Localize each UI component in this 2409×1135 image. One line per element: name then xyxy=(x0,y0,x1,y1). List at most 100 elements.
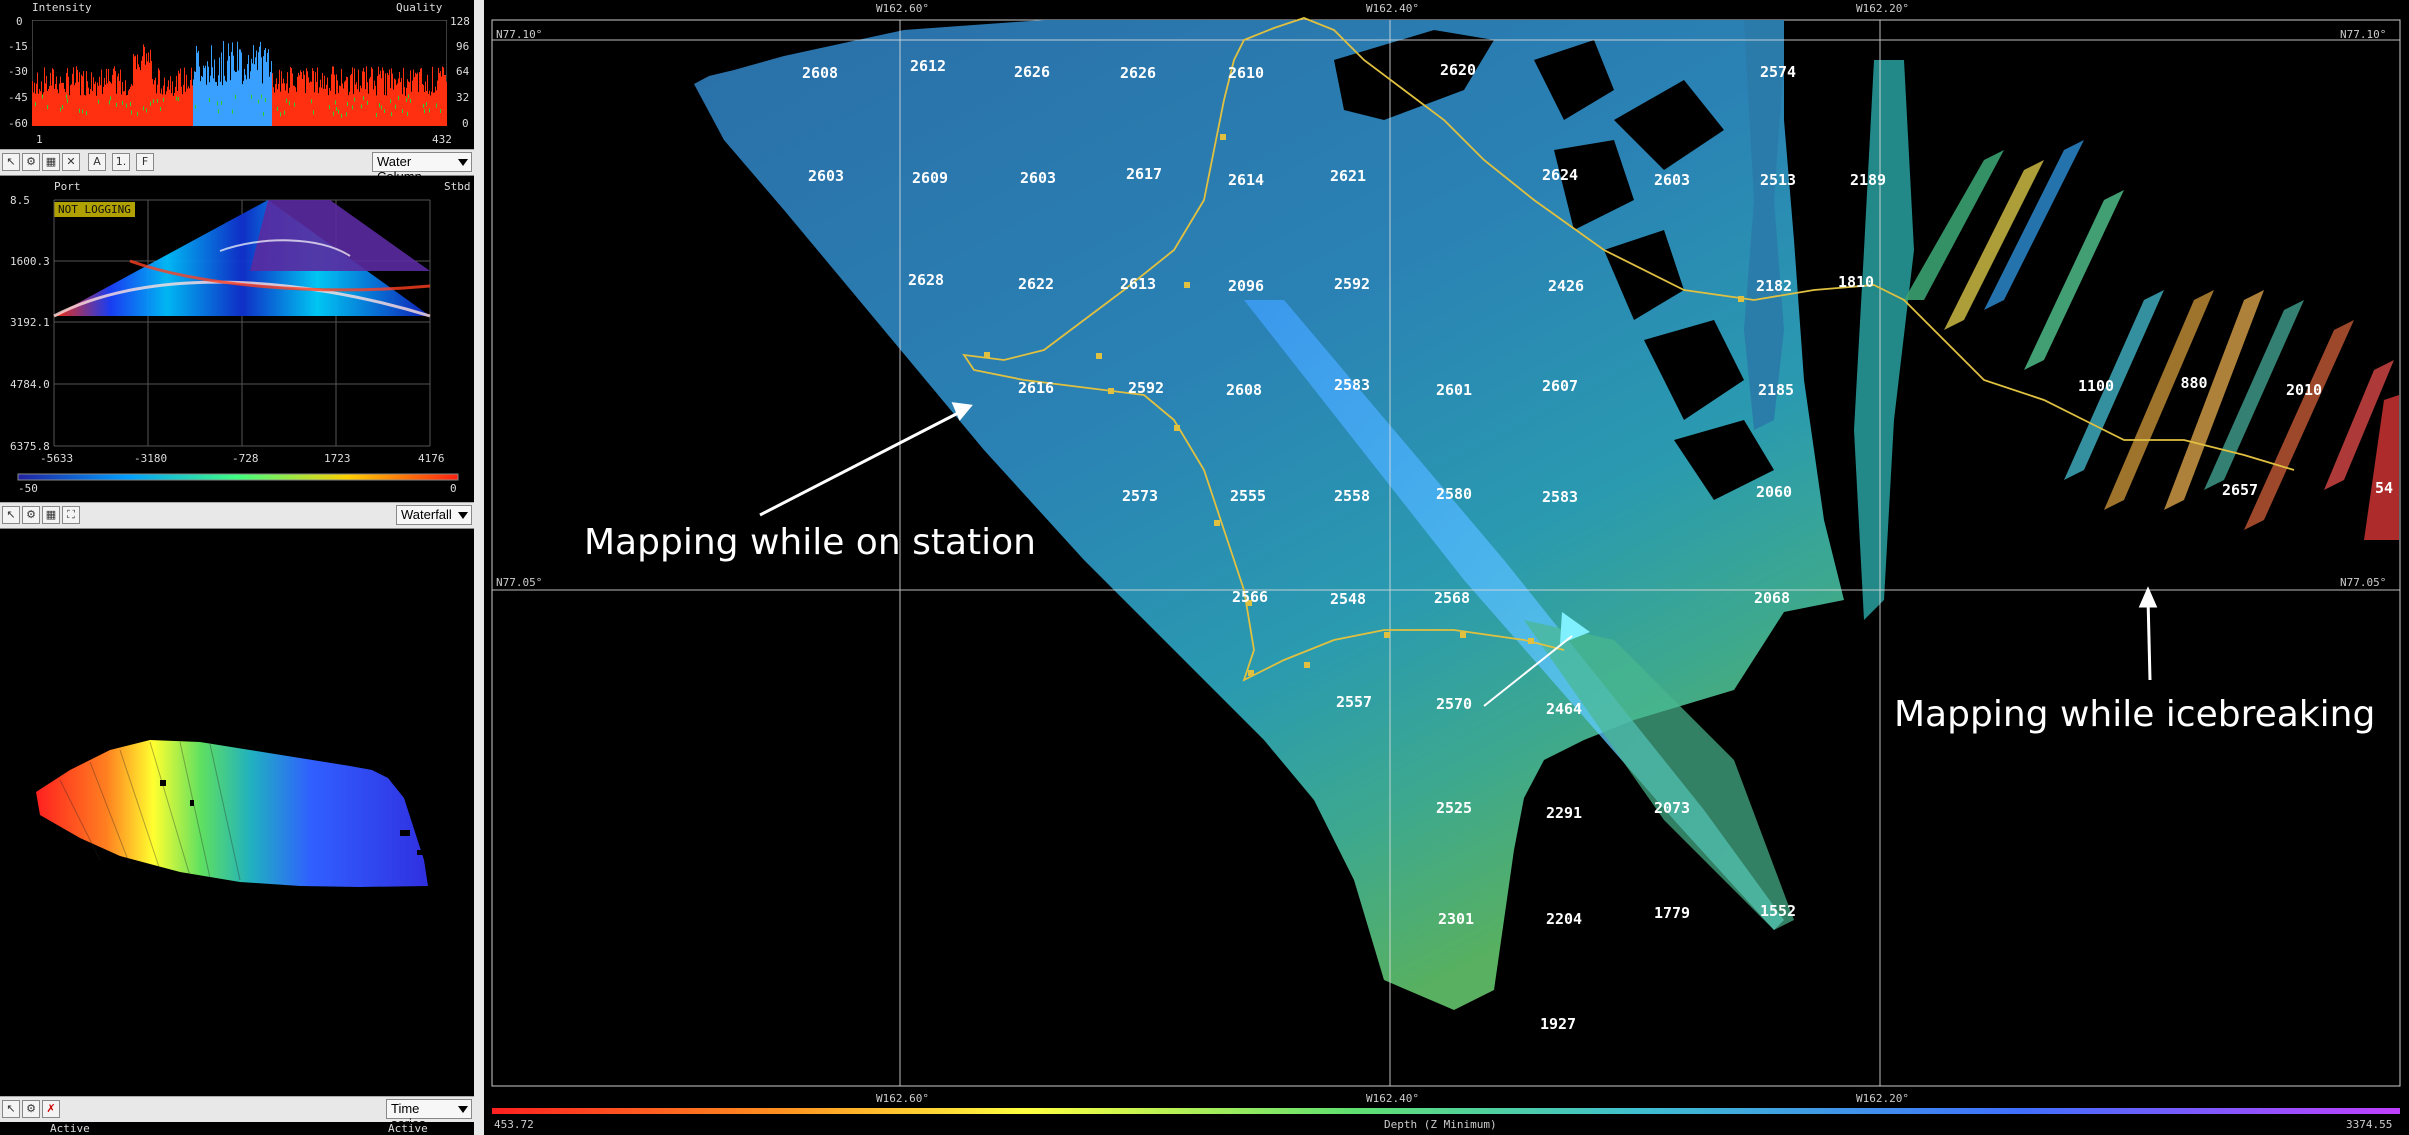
intensity-tick: -45 xyxy=(8,91,28,104)
pointer-icon[interactable]: ↖ xyxy=(2,1100,20,1118)
depth-label: 2464 xyxy=(1545,700,1583,718)
depth-label: 2607 xyxy=(1541,377,1579,395)
settings-icon[interactable]: ⚙ xyxy=(22,153,40,171)
quality-title: Quality xyxy=(396,1,443,14)
depth-label: 1779 xyxy=(1653,904,1691,922)
depth-label: 2096 xyxy=(1227,277,1265,295)
depth-label: 1100 xyxy=(2077,377,2115,395)
lon-label-bottom: W162.40° xyxy=(1366,1092,1419,1105)
intensity-title: Intensity xyxy=(32,1,92,14)
timeseries-dropdown[interactable]: Time series xyxy=(386,1099,472,1131)
colorbar-label: Depth (Z Minimum) xyxy=(1384,1118,1497,1131)
depth-colorbar xyxy=(492,1108,2400,1114)
annotation-station: Mapping while on station xyxy=(584,522,1036,563)
annotation-icebreaking: Mapping while icebreaking xyxy=(1894,694,2376,735)
depth-label: 2513 xyxy=(1759,171,1797,189)
depth-label: 2580 xyxy=(1435,485,1473,503)
view-mode-dropdown[interactable]: Water Column xyxy=(372,152,472,184)
toolbar-button-f[interactable]: F xyxy=(136,153,154,171)
quality-tick: 64 xyxy=(456,65,470,78)
lat-label-right: N77.05° xyxy=(2340,576,2387,589)
depth-label: 2626 xyxy=(1119,64,1157,82)
depth-label: 2068 xyxy=(1753,589,1791,607)
pointer-icon[interactable]: ↖ xyxy=(2,153,20,171)
wc-scale-min: -50 xyxy=(18,482,38,495)
wc-scale-max: 0 xyxy=(450,482,457,495)
depth-label: 2621 xyxy=(1329,167,1367,185)
settings-icon[interactable]: ⚙ xyxy=(22,506,40,524)
depth-label: 2608 xyxy=(1225,381,1263,399)
depth-label: 2583 xyxy=(1333,376,1371,394)
colorbar-max: 3374.55 xyxy=(2346,1118,2393,1131)
timeseries-panel: Active Active xyxy=(0,1122,474,1135)
depth-label: 2525 xyxy=(1435,799,1473,817)
depth-label: 2620 xyxy=(1439,61,1477,79)
water-column-plot xyxy=(17,199,459,481)
depth-label: 2573 xyxy=(1121,487,1159,505)
depth-label: 880 xyxy=(2180,374,2208,392)
wc-depth-tick: 8.5 xyxy=(10,194,30,207)
depth-label: 2610 xyxy=(1227,64,1265,82)
display-mode-dropdown[interactable]: Waterfall xyxy=(396,505,472,525)
depth-label: 2617 xyxy=(1125,165,1163,183)
quality-tick: 32 xyxy=(456,91,470,104)
fit-icon[interactable]: ⛶ xyxy=(62,506,80,524)
wc-x-tick: -5633 xyxy=(40,452,74,465)
depth-label: 2182 xyxy=(1755,277,1793,295)
toolbar-button-a[interactable]: A xyxy=(88,153,106,171)
depth-label: 2426 xyxy=(1547,277,1585,295)
depth-label: 2557 xyxy=(1335,693,1373,711)
water-column-panel: Port Stbd NOT LOGGING 8.5 1600.3 3192.1 … xyxy=(0,176,474,498)
depth-label: 2060 xyxy=(1755,483,1793,501)
depth-label: 2612 xyxy=(909,57,947,75)
pointer-icon[interactable]: ↖ xyxy=(2,506,20,524)
depth-label: 1810 xyxy=(1837,273,1875,291)
depth-label: 2558 xyxy=(1333,487,1371,505)
depth-label: 2603 xyxy=(1653,171,1691,189)
depth-label: 2073 xyxy=(1653,799,1691,817)
depth-label: 2204 xyxy=(1545,910,1583,928)
bathymetry-map[interactable]: W162.60° W162.40° W162.20° W162.60° W162… xyxy=(484,0,2409,1135)
intensity-x-end: 432 xyxy=(432,133,452,146)
intensity-tick: 0 xyxy=(16,15,23,28)
depth-label: 2010 xyxy=(2285,381,2323,399)
depth-label: 2566 xyxy=(1231,588,1269,606)
image-icon[interactable]: ▦ xyxy=(42,153,60,171)
quality-tick: 0 xyxy=(462,117,469,130)
depth-label: 2616 xyxy=(1017,379,1055,397)
wc-depth-tick: 3192.1 xyxy=(10,316,50,329)
chart-remove-icon[interactable]: ✗ xyxy=(42,1100,60,1118)
settings-icon[interactable]: ⚙ xyxy=(22,1100,40,1118)
depth-label: 2609 xyxy=(911,169,949,187)
depth-label: 2570 xyxy=(1435,695,1473,713)
depth-label: 2613 xyxy=(1119,275,1157,293)
waterfall-surface xyxy=(36,740,428,887)
lon-label-top: W162.60° xyxy=(876,2,929,15)
colorbar-min: 453.72 xyxy=(494,1118,534,1131)
pane-splitter[interactable] xyxy=(474,0,484,1135)
depth-label: 2614 xyxy=(1227,171,1265,189)
clear-icon[interactable]: ✕ xyxy=(62,153,80,171)
wc-x-tick: 1723 xyxy=(324,452,351,465)
lat-label-right: N77.10° xyxy=(2340,28,2387,41)
depth-label: 2568 xyxy=(1433,589,1471,607)
wc-x-tick: 4176 xyxy=(418,452,445,465)
left-panels: Intensity Quality 0 -15 -30 -45 -60 128 … xyxy=(0,0,474,1135)
depth-label: 2592 xyxy=(1127,379,1165,397)
lon-label-top: W162.40° xyxy=(1366,2,1419,15)
depth-label: 2624 xyxy=(1541,166,1579,184)
active-label-left: Active xyxy=(50,1122,90,1135)
chevron-down-icon xyxy=(458,512,468,519)
image-icon[interactable]: ▦ xyxy=(42,506,60,524)
depth-label: 2622 xyxy=(1017,275,1055,293)
intensity-tick: -60 xyxy=(8,117,28,130)
map-canvas[interactable] xyxy=(484,0,2409,1135)
toolbar-button-1[interactable]: 1. xyxy=(112,153,130,171)
depth-label: 2548 xyxy=(1329,590,1367,608)
quality-tick: 128 xyxy=(450,15,470,28)
wc-x-tick: -728 xyxy=(232,452,259,465)
depth-label: 2555 xyxy=(1229,487,1267,505)
depth-label: 2574 xyxy=(1759,63,1797,81)
lat-label-left: N77.05° xyxy=(496,576,543,589)
wc-depth-tick: 4784.0 xyxy=(10,378,50,391)
